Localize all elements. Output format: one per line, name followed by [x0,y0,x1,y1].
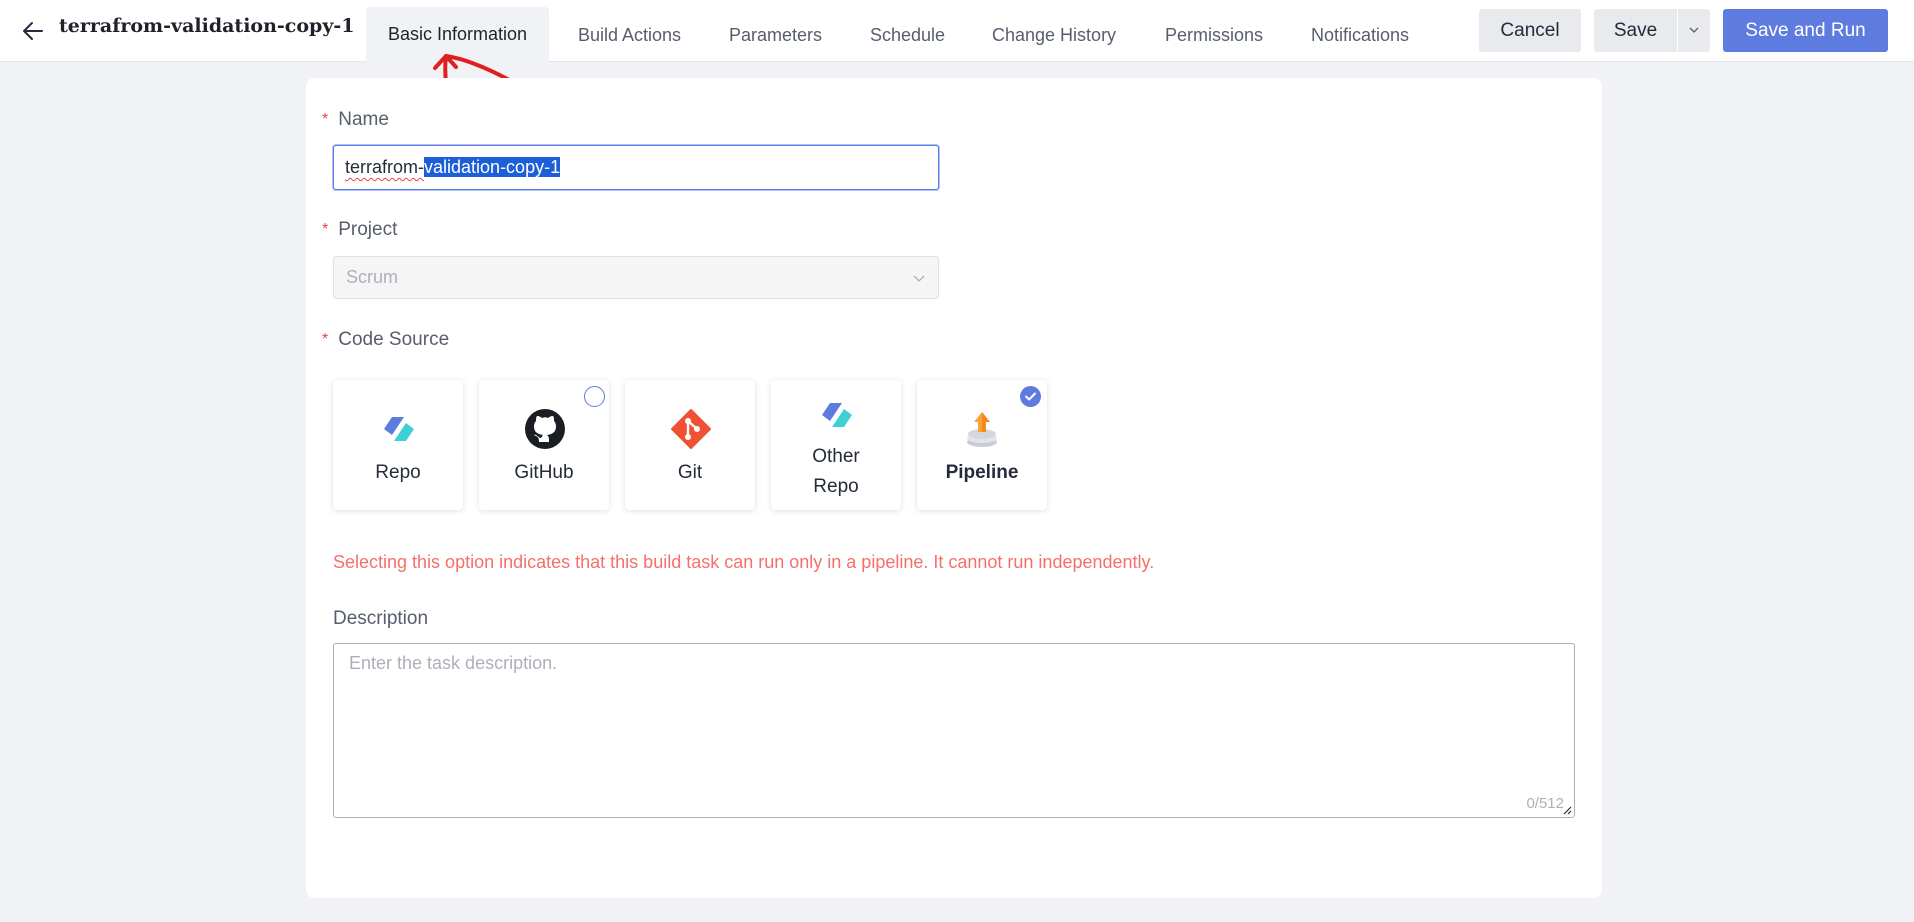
pipeline-icon [967,412,997,447]
basic-information-form: * Name terrafrom-validation-copy-1 * Proje… [306,78,1602,898]
required-mark: * [322,111,329,128]
save-button[interactable]: Save [1594,9,1677,52]
radio-unchecked[interactable] [584,386,605,407]
code-source-github[interactable]: GitHub [479,380,609,510]
tab-schedule[interactable]: Schedule [848,7,967,63]
tab-notifications[interactable]: Notifications [1289,7,1431,63]
name-label: * Name [322,109,389,131]
tab-parameters[interactable]: Parameters [707,7,844,63]
project-select[interactable]: Scrum [333,256,939,299]
tab-change-history[interactable]: Change History [970,7,1138,63]
code-source-label: Git [677,462,703,483]
other-repo-icon [822,403,852,427]
code-source-label: Other Repo [812,446,860,497]
required-mark: * [322,331,329,348]
code-source-git[interactable]: Git [625,380,755,510]
save-and-run-button[interactable]: Save and Run [1723,9,1888,52]
project-label-text: Project [338,219,398,240]
back-arrow-icon[interactable] [20,18,46,44]
cancel-button[interactable]: Cancel [1479,9,1581,52]
code-source-label: Pipeline [945,462,1019,483]
save-options-dropdown[interactable] [1678,9,1710,52]
git-icon [671,409,711,449]
required-mark: * [322,221,329,238]
code-source-repo[interactable]: Repo [333,380,463,510]
github-icon [525,409,565,449]
description-textarea[interactable]: Enter the task description. 0/512 [333,643,1575,818]
chevron-down-icon [913,275,925,282]
resize-handle-icon[interactable] [1560,803,1572,815]
tab-basic-information[interactable]: Basic Information [366,7,550,63]
description-placeholder: Enter the task description. [349,653,558,673]
code-source-pipeline[interactable]: Pipeline [917,380,1047,510]
name-input[interactable]: terrafrom-validation-copy-1 [333,145,939,190]
code-source-label-text: Code Source [338,329,450,350]
name-value-unselected: terrafrom- [345,157,425,177]
name-value-selected: validation-copy-1 [424,157,561,177]
code-source-label: * Code Source [322,329,449,351]
code-source-other-repo[interactable]: Other Repo [771,380,901,510]
code-source-label: Repo [375,462,421,483]
task-title: terrafrom-validation-copy-1 [59,15,355,37]
top-bar: terrafrom-validation-copy-1 Basic Inform… [0,0,1914,63]
check-icon [1025,392,1036,401]
code-source-label: GitHub [514,462,574,483]
project-value: Scrum [346,267,399,287]
repo-icon [384,417,414,441]
name-label-text: Name [338,109,389,130]
tab-permissions[interactable]: Permissions [1143,7,1285,63]
chevron-down-icon [1689,27,1699,33]
description-label: Description [333,608,429,629]
description-char-counter: 0/512 [1526,795,1564,812]
pipeline-hint-text: Selecting this option indicates that thi… [333,552,1155,572]
radio-checked[interactable] [1020,386,1041,407]
project-label: * Project [322,219,397,241]
tab-build-actions[interactable]: Build Actions [556,7,703,63]
